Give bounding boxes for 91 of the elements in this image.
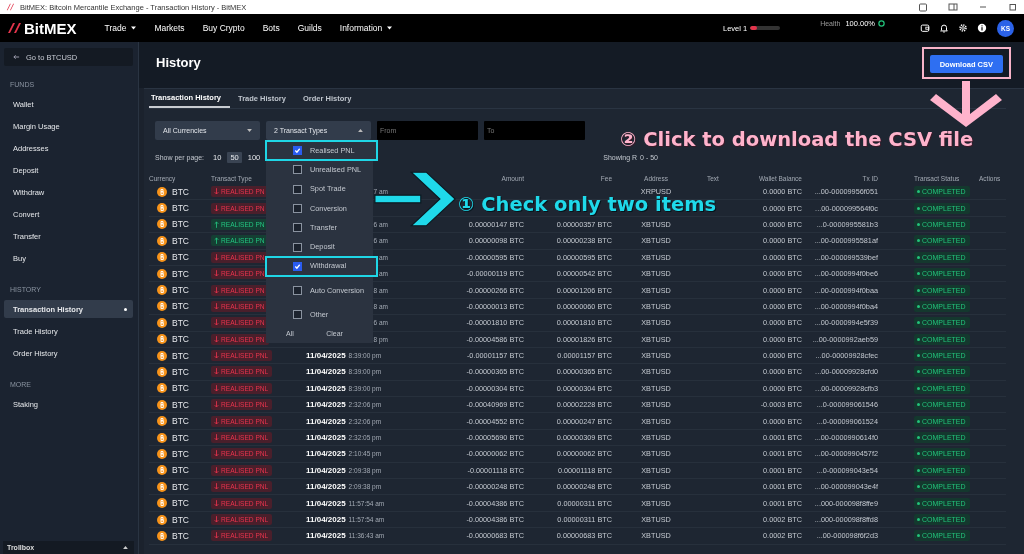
checkbox[interactable] bbox=[293, 223, 302, 233]
level-bar bbox=[750, 26, 781, 30]
coin-icon bbox=[157, 399, 167, 410]
date-cell: 11/04/2025 bbox=[306, 515, 346, 524]
favicon-icon bbox=[6, 3, 14, 11]
checkbox[interactable] bbox=[293, 261, 302, 271]
coin-icon bbox=[157, 219, 167, 230]
date-cell: 11/04/2025 bbox=[306, 383, 346, 393]
coin-icon bbox=[157, 268, 167, 279]
currency-cell: BTC bbox=[172, 367, 189, 377]
caret-icon bbox=[131, 26, 137, 30]
checkbox[interactable] bbox=[293, 204, 302, 214]
currency-cell: BTC bbox=[172, 235, 189, 246]
date-cell: 11/04/2025 bbox=[306, 433, 346, 443]
coin-icon bbox=[157, 465, 167, 476]
currency-cell: BTC bbox=[172, 301, 189, 312]
extension-icon[interactable] bbox=[918, 2, 928, 12]
currency-cell: BTC bbox=[172, 285, 189, 296]
sidebar-icon[interactable] bbox=[948, 2, 958, 12]
coin-icon bbox=[157, 186, 167, 197]
currency-cell: BTC bbox=[172, 465, 189, 476]
back-arrow-icon bbox=[13, 54, 20, 60]
currency-cell: BTC bbox=[172, 416, 189, 427]
wallet-icon[interactable] bbox=[920, 23, 930, 33]
status-icon bbox=[878, 19, 885, 27]
date-cell: 11/04/2025 bbox=[306, 498, 346, 508]
coin-icon bbox=[157, 514, 167, 525]
coin-icon bbox=[157, 498, 167, 509]
currency-cell: BTC bbox=[172, 334, 189, 345]
coin-icon bbox=[157, 350, 167, 361]
nav-item[interactable]: Trade bbox=[104, 23, 137, 33]
date-cell: 11/04/2025 bbox=[306, 400, 346, 410]
checkbox[interactable] bbox=[293, 165, 302, 175]
coin-icon bbox=[157, 334, 167, 345]
currency-cell: BTC bbox=[172, 252, 189, 263]
coin-icon bbox=[157, 416, 167, 427]
checkbox[interactable] bbox=[293, 146, 302, 156]
nav-item[interactable]: Buy Crypto bbox=[202, 23, 245, 33]
nav-item[interactable]: Bots bbox=[262, 23, 280, 33]
coin-icon bbox=[157, 432, 167, 443]
checkbox[interactable] bbox=[293, 310, 302, 320]
coin-icon bbox=[157, 301, 167, 312]
logo[interactable]: BitMEX bbox=[8, 19, 77, 37]
currency-cell: BTC bbox=[172, 432, 189, 443]
currency-cell: BTC bbox=[172, 498, 189, 509]
checkbox[interactable] bbox=[293, 286, 302, 296]
annotation-text: ① Check only two items bbox=[458, 195, 717, 215]
nav-item[interactable]: Information bbox=[339, 23, 393, 33]
currency-cell: BTC bbox=[172, 399, 189, 410]
maximize-icon[interactable] bbox=[1008, 2, 1018, 12]
date-cell: 11/04/2025 bbox=[306, 367, 346, 377]
caret-icon bbox=[358, 129, 363, 132]
annotation-text: ② Click to download the CSV file bbox=[620, 128, 974, 151]
coin-icon bbox=[157, 317, 167, 328]
currency-cell: BTC bbox=[172, 186, 189, 197]
currency-cell: BTC bbox=[172, 514, 189, 525]
date-cell: 11/04/2025 bbox=[306, 482, 346, 492]
info-icon[interactable] bbox=[977, 23, 987, 33]
date-cell: 11/04/2025 bbox=[306, 465, 346, 475]
coin-icon bbox=[157, 235, 167, 246]
caret-icon bbox=[387, 26, 393, 30]
coin-icon bbox=[157, 252, 167, 263]
coin-icon bbox=[157, 448, 167, 459]
coin-icon bbox=[157, 285, 167, 296]
currency-cell: BTC bbox=[172, 268, 189, 279]
currency-cell: BTC bbox=[172, 219, 189, 230]
currency-cell: BTC bbox=[172, 350, 189, 361]
date-cell: 11/04/2025 bbox=[306, 449, 346, 459]
currency-cell: BTC bbox=[172, 481, 189, 492]
currency-cell: BTC bbox=[172, 317, 189, 328]
currency-cell: BTC bbox=[172, 203, 189, 214]
coin-icon bbox=[157, 367, 167, 377]
currency-cell: BTC bbox=[172, 448, 189, 459]
coin-icon bbox=[157, 203, 167, 214]
date-cell: 11/04/2025 bbox=[306, 531, 346, 541]
currency-cell: BTC bbox=[172, 530, 189, 541]
coin-icon bbox=[157, 481, 167, 492]
settings-icon[interactable] bbox=[958, 23, 968, 33]
nav-item[interactable]: Markets bbox=[154, 23, 185, 33]
checkbox[interactable] bbox=[293, 184, 302, 194]
coin-icon bbox=[157, 383, 167, 394]
caret-icon bbox=[123, 546, 128, 549]
currency-cell: BTC bbox=[172, 383, 189, 394]
bell-icon[interactable] bbox=[939, 23, 949, 33]
nav-item[interactable]: Guilds bbox=[297, 23, 322, 33]
date-cell: 11/04/2025 bbox=[306, 416, 346, 426]
date-cell: 11/04/2025 bbox=[306, 351, 346, 361]
caret-icon bbox=[247, 129, 252, 132]
page-title: History bbox=[156, 54, 201, 70]
coin-icon bbox=[157, 530, 167, 541]
checkbox[interactable] bbox=[293, 242, 302, 252]
